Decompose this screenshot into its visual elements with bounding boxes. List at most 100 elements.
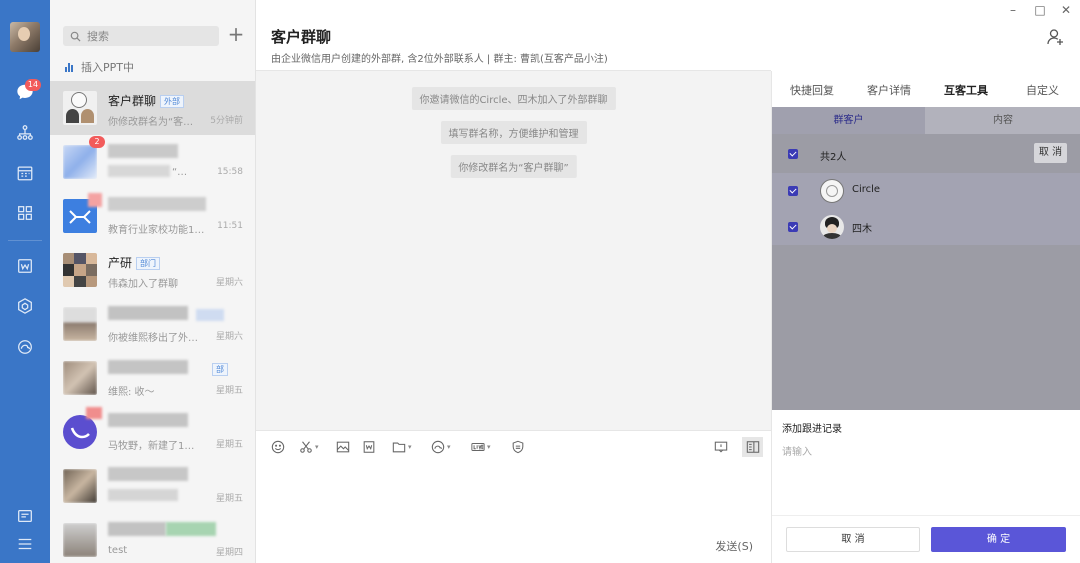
image-icon[interactable] [336,439,350,455]
conversation-name: 产研 部门 [108,254,161,271]
unread-badge: 2 [89,136,105,148]
panel-tabs: 快捷回复 客户详情 互客工具 自定义 [772,71,1080,107]
conversation-item[interactable]: 马牧野，新建了1… 星期五 [50,405,255,459]
conversation-item[interactable]: 你被维熙移出了外… 星期六 [50,297,255,351]
add-member-icon[interactable] [1046,27,1066,47]
conversation-preview: 你修改群名为“客… [108,117,194,128]
emoji-icon[interactable] [271,439,285,455]
conversation-item[interactable]: 2 “… 15:58 [50,135,255,189]
system-message: 填写群名称，方便维护和管理 [440,121,587,144]
conversation-preview: “… [172,167,188,178]
conversation-time: 星期五 [215,386,243,396]
cancel-selection-button[interactable]: 取 消 [1034,143,1067,163]
group-avatar [63,523,97,557]
live-icon[interactable]: ▾ [471,439,491,455]
conversation-item[interactable]: 星期五 [50,459,255,513]
conversation-item[interactable]: 部 维熙: 收～ 星期五 [50,351,255,405]
apps-grid-icon[interactable] [13,201,37,225]
group-avatar [63,469,97,503]
conversation-item[interactable]: 产研 部门 伟森加入了群聊 星期六 [50,243,255,297]
customer-tool-panel: 快捷回复 客户详情 互客工具 自定义 群客户 内容 共2人 取 消 Circle [771,71,1080,563]
chat-header: 客户群聊 由企业微信用户创建的外部群, 含2位外部联系人 | 群主: 曹凯(互客… [256,0,771,71]
cancel-button[interactable]: 取 消 [786,527,920,552]
docs-icon[interactable] [13,254,37,278]
conversation-avatar [63,415,97,449]
tab-tools[interactable]: 互客工具 [944,82,988,98]
conversation-time: 星期六 [215,278,243,288]
select-all-checkbox[interactable] [788,149,798,159]
search-input[interactable]: 搜索 [63,26,219,46]
sub-tabs: 群客户 内容 [772,107,1080,134]
close-button[interactable]: ✕ [1056,2,1076,18]
cloud-disk-icon[interactable]: ▾ [431,439,451,455]
minimize-button[interactable]: – [1003,2,1023,18]
chat-record-icon[interactable] [714,439,728,455]
conversation-avatar [63,145,97,179]
chevron-down-icon: ▾ [315,443,319,451]
nav-rail: 14 [0,0,50,563]
conversation-preview: 教育行业家校功能1… [108,225,205,236]
shield-icon[interactable] [511,439,525,455]
send-button[interactable]: 发送(S) [715,538,753,554]
group-avatar [63,91,97,125]
follow-up-title: 添加跟进记录 [782,424,842,435]
member-checkbox[interactable] [788,222,798,232]
member-row[interactable]: Circle [772,173,1080,209]
hexagon-app-icon[interactable] [13,294,37,318]
ppt-status-text: 插入PPT中 [81,61,134,74]
menu-icon[interactable] [13,532,37,556]
subtab-group-customers[interactable]: 群客户 [772,107,925,134]
group-customers-section: 群客户 内容 共2人 取 消 Circle 四木 [772,107,1080,410]
tab-custom[interactable]: 自定义 [1026,82,1059,98]
member-avatar [820,215,844,239]
member-name: 四木 [852,224,872,235]
follow-up-input[interactable]: 请输入 [782,443,812,458]
org-chart-icon[interactable] [13,121,37,145]
member-row[interactable]: 四木 [772,209,1080,245]
search-icon [70,31,81,42]
chart-bars-icon [65,62,75,72]
confirm-button[interactable]: 确 定 [931,527,1066,552]
conversation-list: 搜索 + 插入PPT中 客户群聊 外部 你修改群名为“客… 5分钟前 2 “… 1… [50,0,256,563]
system-message: 你邀请微信的Circle、四木加入了外部群聊 [411,87,616,110]
conversation-item[interactable]: 客户群聊 外部 你修改群名为“客… 5分钟前 [50,81,255,135]
chat-title: 客户群聊 [271,28,332,46]
subtab-content[interactable]: 内容 [925,107,1080,134]
chat-subtitle: 由企业微信用户创建的外部群, 含2位外部联系人 | 群主: 曹凯(互客产品小注) [271,54,608,65]
notes-icon[interactable] [13,504,37,528]
select-all-row: 共2人 取 消 [772,134,1080,174]
conversation-item[interactable]: 教育行业家校功能1… 11:51 [50,189,255,243]
unread-badge: 14 [25,79,41,91]
add-button[interactable]: + [227,24,245,46]
calendar-icon[interactable] [13,161,37,185]
group-avatar [63,307,97,341]
conversation-preview: test [108,545,128,556]
member-avatar [820,179,844,203]
folder-icon[interactable]: ▾ [392,439,412,455]
conversation-preview: 维熙: 收～ [108,387,155,398]
department-tag: 部 [212,363,228,376]
chevron-down-icon: ▾ [447,443,451,451]
member-name: Circle [852,184,881,195]
conversation-time: 星期六 [215,332,243,342]
conversation-name: 客户群聊 外部 [108,92,185,109]
group-avatar [63,361,97,395]
message-composer[interactable]: ▾ ▾ ▾ ▾ 发送(S) [256,430,771,563]
cloud-icon[interactable] [13,335,37,359]
screenshot-icon[interactable]: ▾ [299,439,319,455]
side-panel-icon[interactable] [742,437,763,457]
department-tag: 部门 [136,257,161,270]
member-checkbox[interactable] [788,186,798,196]
maximize-button[interactable]: □ [1030,2,1050,18]
conversation-item[interactable]: test 星期四 [50,513,255,563]
search-placeholder: 搜索 [87,30,109,43]
word-doc-icon[interactable] [362,439,376,455]
conversation-preview: 伟森加入了群聊 [108,279,178,290]
tab-customer-details[interactable]: 客户详情 [867,82,911,98]
nav-divider [8,240,42,241]
user-avatar[interactable] [10,22,40,52]
conversation-time: 15:58 [217,167,243,177]
member-count: 共2人 [820,152,847,163]
tab-quick-reply[interactable]: 快捷回复 [790,82,834,98]
conversation-time: 5分钟前 [210,116,243,126]
